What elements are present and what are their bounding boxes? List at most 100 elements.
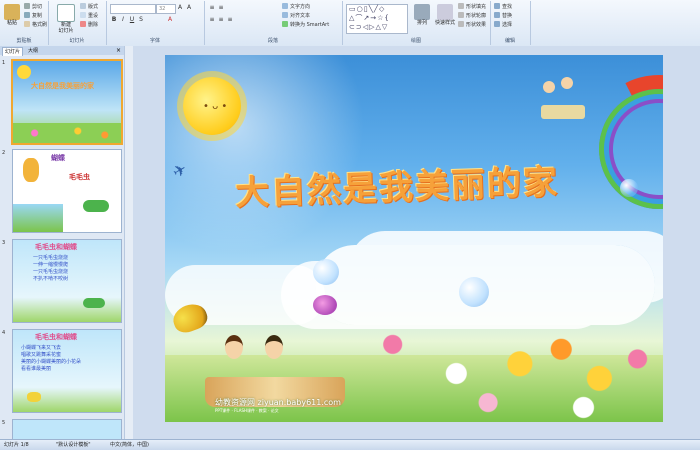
smartart-button[interactable]: 转换为 SmartArt <box>282 21 329 29</box>
thumb-line: 一只毛毛虫烧烧 <box>33 269 69 275</box>
numbering-button[interactable]: ≡ <box>217 4 225 12</box>
thumb-title: 蝴蝶 <box>51 154 65 162</box>
grow-font-button[interactable]: A <box>176 4 184 12</box>
panel-tabs: 幻灯片 大纲 × <box>0 46 124 56</box>
paragraph-group-label: 段落 <box>267 38 278 44</box>
align-text-button[interactable]: 对齐文本 <box>282 12 310 20</box>
slide-number: 5 <box>2 420 6 426</box>
slides-group: 新建 幻灯片 版式 重设 删除 幻灯片 <box>48 1 107 45</box>
slide-thumbnail-5[interactable] <box>12 419 122 441</box>
sun-icon <box>17 65 31 79</box>
slides-group-label: 幻灯片 <box>69 38 85 44</box>
underline-button[interactable]: U <box>128 16 136 24</box>
thumb-line: 一伸一缩慢慢爬 <box>33 262 69 268</box>
layout-icon <box>80 3 86 9</box>
panel-scrollbar[interactable] <box>124 46 133 439</box>
thumb-line: 美丽的小蝴蝶美丽的小花朵 <box>21 359 82 365</box>
flowers-decoration <box>13 123 121 143</box>
sun-face: • ᴗ • <box>203 101 228 112</box>
paste-button[interactable]: 粘贴 <box>2 4 22 36</box>
text-direction-button[interactable]: 文字方向 <box>282 3 310 11</box>
font-group: 32 A A B I U S A 字体 <box>106 1 205 45</box>
bullets-button[interactable]: ≡ <box>208 4 216 12</box>
strikethrough-button[interactable]: S <box>137 16 145 24</box>
align-left-button[interactable]: ≡ <box>208 16 216 24</box>
butterfly-icon <box>313 295 337 315</box>
butterfly-icon <box>23 158 39 182</box>
cut-button[interactable]: 剪切 <box>24 3 42 11</box>
thumb-line: 小蝴蝶飞来又飞去 <box>21 345 62 351</box>
clipboard-group-label: 剪贴板 <box>16 38 32 44</box>
caterpillar-icon <box>83 200 109 212</box>
reset-icon <box>80 12 86 18</box>
bubble-decoration <box>313 259 339 285</box>
text-direction-icon <box>282 3 288 9</box>
find-button[interactable]: 查找 <box>494 3 512 11</box>
bubble-decoration <box>620 179 638 197</box>
thumb-subtitle: 毛毛虫 <box>69 173 90 181</box>
slide-number: 2 <box>2 150 6 156</box>
thumb-line: 唱歌又跳舞采花蜜 <box>21 352 62 358</box>
quick-styles-button[interactable]: 快速样式 <box>434 4 456 36</box>
slide-canvas[interactable]: • ᴗ • ✈ 大自然是我美丽的家 幼教资源网 ziyuan.baby611.c… <box>165 55 663 422</box>
close-panel-icon[interactable]: × <box>116 47 121 54</box>
copy-button[interactable]: 复制 <box>24 12 42 20</box>
format-painter-button[interactable]: 格式刷 <box>24 21 47 29</box>
outline-icon <box>458 12 464 18</box>
replace-button[interactable]: 替换 <box>494 12 512 20</box>
thumb-line: 不扒不啃不咬树 <box>33 276 69 282</box>
font-size-field[interactable]: 32 <box>156 4 176 14</box>
layout-button[interactable]: 版式 <box>80 3 98 11</box>
slide-thumbnail-3[interactable]: 毛毛虫和蝴蝶 一只毛毛虫烧烧 一伸一缩慢慢爬 一只毛毛虫烧烧 不扒不啃不咬树 <box>12 239 122 323</box>
align-right-button[interactable]: ≡ <box>226 16 234 24</box>
slide-title[interactable]: 大自然是我美丽的家 <box>234 154 560 214</box>
delete-slide-button[interactable]: 删除 <box>80 21 98 29</box>
tab-slides[interactable]: 幻灯片 <box>2 47 24 56</box>
shape-fill-button[interactable]: 形状填充 <box>458 3 486 11</box>
thumb-title: 大自然是我美丽的家 <box>31 82 94 90</box>
paragraph-group: ≡ ≡ ≡ ≡ ≡ 文字方向 对齐文本 转换为 SmartArt 段落 <box>204 1 343 45</box>
caterpillar-icon <box>83 298 105 308</box>
align-center-button[interactable]: ≡ <box>217 16 225 24</box>
editing-group-label: 编辑 <box>504 38 515 44</box>
arrange-button[interactable]: 排列 <box>412 4 432 36</box>
watermark: 幼教资源网 ziyuan.baby611.com <box>215 398 341 407</box>
thumb-title: 毛毛虫和蝴蝶 <box>35 333 77 341</box>
shapes-gallery[interactable]: ▭○▯╲╱◇ △⌒↗→☆{⊂⊃◁▷△▽ <box>346 4 408 34</box>
bold-button[interactable]: B <box>110 16 118 24</box>
flowers-decoration <box>345 325 663 422</box>
select-button[interactable]: 选择 <box>494 21 512 29</box>
tab-outline[interactable]: 大纲 <box>26 47 40 55</box>
slide-number: 3 <box>2 240 6 246</box>
slide-thumbnail-1[interactable]: 大自然是我美丽的家 <box>11 59 123 145</box>
shrink-font-button[interactable]: A <box>185 4 193 12</box>
align-text-icon <box>282 12 288 18</box>
font-color-button[interactable]: A <box>166 16 174 24</box>
arrange-icon <box>414 4 430 20</box>
slides-panel: 幻灯片 大纲 × 1 大自然是我美丽的家 2 蝴蝶 毛毛虫 3 毛毛虫和蝴蝶 一… <box>0 46 125 441</box>
slide-number: 1 <box>2 60 6 66</box>
search-icon <box>494 3 500 9</box>
slide-thumbnail-4[interactable]: 毛毛虫和蝴蝶 小蝴蝶飞来又飞去 唱歌又跳舞采花蜜 美丽的小蝴蝶美丽的小花朵 看看… <box>12 329 122 413</box>
drawing-group-label: 绘图 <box>410 38 421 44</box>
italic-button[interactable]: I <box>119 16 127 24</box>
paste-icon <box>4 4 20 20</box>
thumb-line: 看看谁最美丽 <box>21 366 52 372</box>
drawing-group: ▭○▯╲╱◇ △⌒↗→☆{⊂⊃◁▷△▽ 排列 快速样式 形状填充 形状轮廓 形状效… <box>342 1 491 45</box>
new-slide-button[interactable]: 新建 幻灯片 <box>56 4 76 36</box>
watermark-subtitle: PPT课件 · FLASH课件 · 教案 · 论文 <box>215 408 279 413</box>
shape-outline-button[interactable]: 形状轮廓 <box>458 12 486 20</box>
new-slide-icon <box>57 4 75 22</box>
ribbon: 粘贴 剪切 复制 格式刷 剪贴板 新建 幻灯片 版式 重设 删除 幻灯片 32 … <box>0 0 700 47</box>
butterfly-icon <box>27 392 41 402</box>
cursor-icon <box>494 21 500 27</box>
quick-styles-icon <box>437 4 453 20</box>
reset-button[interactable]: 重设 <box>80 12 98 20</box>
clipboard-group: 粘贴 剪切 复制 格式刷 剪贴板 <box>0 1 49 45</box>
brush-icon <box>24 21 30 27</box>
slide-number: 4 <box>2 330 6 336</box>
shape-effects-button[interactable]: 形状效果 <box>458 21 486 29</box>
font-name-field[interactable] <box>110 4 156 14</box>
effects-icon <box>458 21 464 27</box>
slide-thumbnail-2[interactable]: 蝴蝶 毛毛虫 <box>12 149 122 233</box>
